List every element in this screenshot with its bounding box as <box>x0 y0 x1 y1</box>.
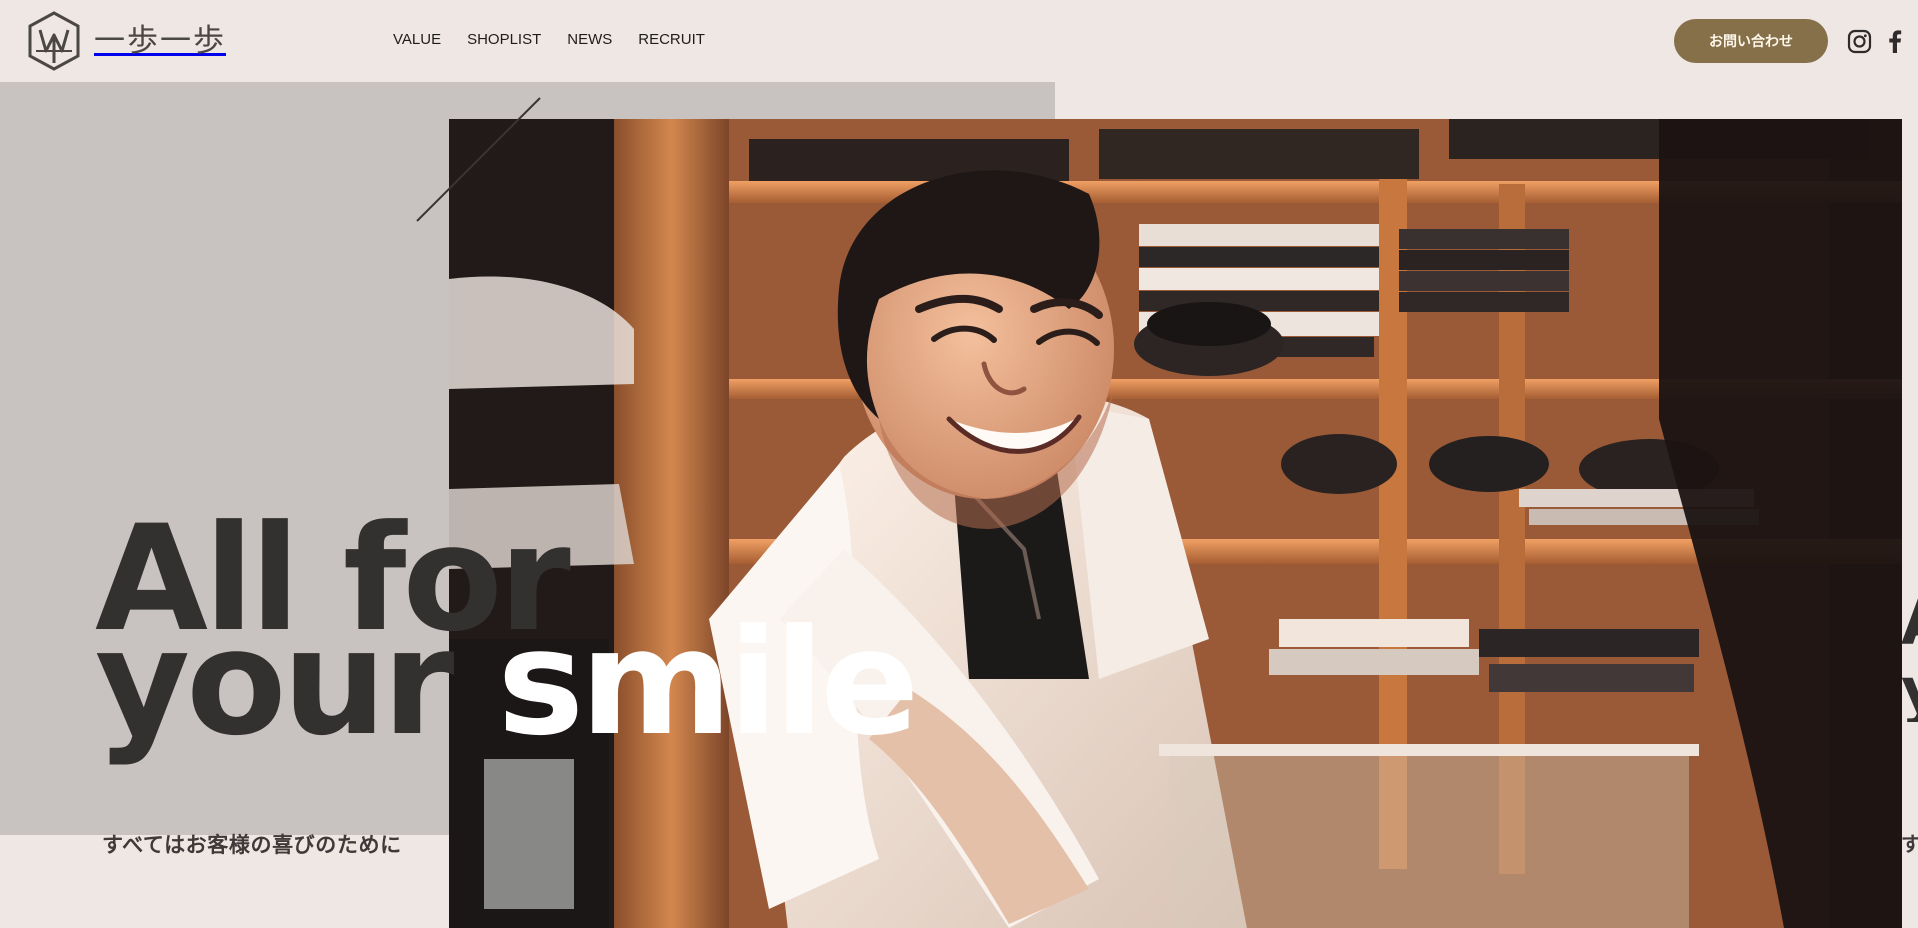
nav-shoplist[interactable]: SHOPLIST <box>467 31 541 49</box>
headline-smile: smile <box>497 598 919 768</box>
chef-photo-illustration <box>449 119 1902 928</box>
cropped-slide-letter-a: A <box>1901 592 1918 654</box>
hero-headline: All for your smile <box>95 506 919 756</box>
facebook-icon <box>1889 29 1902 53</box>
nav-news[interactable]: NEWS <box>567 31 612 49</box>
nav-value[interactable]: VALUE <box>393 31 441 49</box>
primary-navigation: VALUE SHOPLIST NEWS RECRUIT <box>393 31 705 49</box>
cropped-slide-subtitle-char: す <box>1901 834 1918 854</box>
brand-logo-link[interactable]: 一歩一歩 <box>26 10 226 72</box>
cropped-slide-letter-y: y <box>1901 660 1918 722</box>
instagram-icon <box>1847 29 1871 53</box>
facebook-link[interactable] <box>1881 27 1909 55</box>
decorative-diagonal-line <box>416 97 541 222</box>
hexagon-monogram-icon <box>28 11 80 71</box>
site-header: 一歩一歩 VALUE SHOPLIST NEWS RECRUIT お問い合わせ <box>0 0 1918 82</box>
headline-line-2-prefix: your <box>95 598 498 768</box>
headline-line-2: your smile <box>95 610 919 756</box>
brand-name: 一歩一歩 <box>94 22 226 59</box>
hero-subtitle: すべてはお客様の喜びのために <box>102 834 402 857</box>
instagram-link[interactable] <box>1845 27 1873 55</box>
nav-recruit[interactable]: RECRUIT <box>638 31 705 49</box>
hero-photo <box>449 119 1902 928</box>
contact-button[interactable]: お問い合わせ <box>1674 19 1828 63</box>
